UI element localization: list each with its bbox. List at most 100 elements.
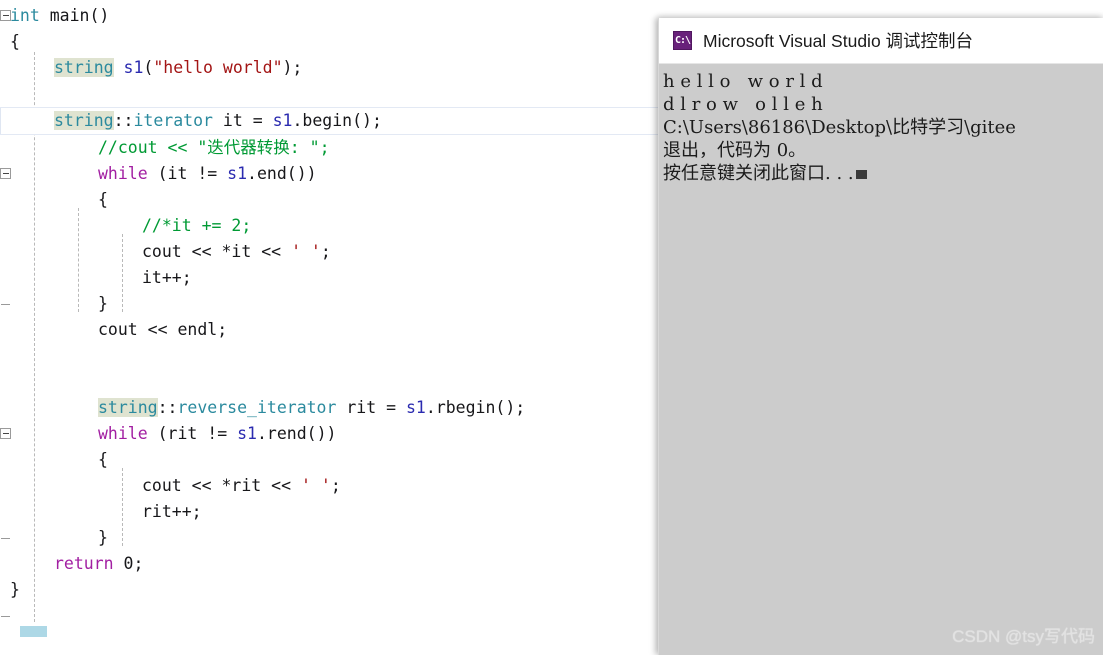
code-token: :: <box>157 398 178 417</box>
code-line-content: cout << endl; <box>98 317 227 343</box>
code-line-content: //cout << "迭代器转换: "; <box>98 135 330 161</box>
code-token: << <box>181 242 222 261</box>
code-token: != <box>187 164 228 183</box>
code-token: it++; <box>142 268 192 287</box>
code-token: end <box>256 164 287 183</box>
code-token: () <box>89 6 110 25</box>
code-token: rit <box>167 424 198 443</box>
code-token: . <box>425 398 436 417</box>
code-token: s1 <box>406 398 426 417</box>
code-token: } <box>10 580 20 599</box>
code-token: s1 <box>272 111 293 130</box>
code-token: ( <box>147 424 168 443</box>
code-token: s1 <box>227 164 248 183</box>
code-token: begin <box>302 111 353 130</box>
code-line-content: cout << *it << ' '; <box>142 239 331 265</box>
console-line: 退出，代码为 0。 <box>663 140 807 161</box>
code-token: string <box>98 398 158 417</box>
debug-console-window[interactable]: C:\ Microsoft Visual Studio 调试控制台 h e l … <box>658 18 1103 655</box>
console-line: 按任意键关闭此窗口. . . <box>663 162 1103 185</box>
code-token: reverse_iterator <box>177 398 337 417</box>
console-line: h e l l o w o r l d <box>663 71 829 92</box>
code-token: ; <box>217 320 228 339</box>
code-token: it <box>222 111 243 130</box>
code-line-content: { <box>98 187 108 213</box>
fold-collapse-icon[interactable] <box>0 168 11 179</box>
fold-end-marker-icon <box>1 616 10 617</box>
code-token: :: <box>113 111 134 130</box>
code-token: { <box>10 32 20 51</box>
code-line-content: int main() <box>10 3 109 29</box>
code-line-content: rit++; <box>142 499 202 525</box>
code-token: string <box>54 58 114 77</box>
code-token: return <box>54 554 114 573</box>
caret-selection-block <box>20 626 47 637</box>
code-token: . <box>247 164 257 183</box>
console-cursor-block <box>855 170 867 179</box>
code-line-content: cout << *rit << ' '; <box>142 473 341 499</box>
code-token: int <box>10 6 40 25</box>
code-line-content: string s1("hello world"); <box>54 55 302 81</box>
fold-end-marker-icon <box>1 304 10 305</box>
code-line-content: } <box>10 577 20 603</box>
code-token: main <box>49 6 90 25</box>
code-token: } <box>98 528 108 547</box>
code-token: = <box>242 111 273 130</box>
code-token: { <box>98 450 108 469</box>
code-token: ); <box>282 58 303 77</box>
code-line-content: string::iterator it = s1.begin(); <box>54 108 382 134</box>
code-token: //cout << "迭代器转换: "; <box>98 138 330 157</box>
console-output[interactable]: h e l l o w o r l d d l r o w o l l e h … <box>659 64 1103 185</box>
code-token: ( <box>147 164 168 183</box>
code-line-content: while (it != s1.end()) <box>98 161 317 187</box>
code-token: s1 <box>123 58 144 77</box>
code-token: 0 <box>123 554 134 573</box>
code-token: (); <box>495 398 526 417</box>
code-token: cout <box>142 242 182 261</box>
code-line-content: } <box>98 525 108 551</box>
code-token: ()) <box>286 164 317 183</box>
code-token: (); <box>352 111 382 130</box>
code-token: while <box>98 164 148 183</box>
code-token: it <box>167 164 188 183</box>
code-token: ()) <box>306 424 337 443</box>
code-token: << <box>251 242 292 261</box>
code-token: rbegin <box>435 398 496 417</box>
code-token: rit <box>346 398 377 417</box>
code-line-content: return 0; <box>54 551 143 577</box>
code-token: *it <box>221 242 252 261</box>
code-token: string <box>54 111 114 130</box>
code-line-content: //*it += 2; <box>142 213 251 239</box>
code-token: rend <box>266 424 307 443</box>
fold-collapse-icon[interactable] <box>0 428 11 439</box>
console-title: Microsoft Visual Studio 调试控制台 <box>703 31 974 51</box>
fold-end-marker-icon <box>1 538 10 539</box>
code-token: . <box>292 111 303 130</box>
fold-collapse-icon[interactable] <box>0 10 11 21</box>
code-token: ( <box>143 58 154 77</box>
code-token: = <box>376 398 406 417</box>
code-token: . <box>256 424 267 443</box>
code-line-content: } <box>98 291 108 317</box>
code-line-content: { <box>10 29 20 55</box>
code-token: iterator <box>133 111 213 130</box>
cmd-prompt-icon: C:\ <box>673 31 692 50</box>
code-token: ; <box>133 554 144 573</box>
console-line: d l r o w o l l e h <box>663 94 829 115</box>
code-token: while <box>98 424 148 443</box>
code-token: != <box>197 424 238 443</box>
code-token: << <box>261 476 301 495</box>
code-token: s1 <box>237 424 257 443</box>
code-token: << <box>181 476 222 495</box>
console-line: C:\Users\86186\Desktop\比特学习\gitee <box>663 117 1016 138</box>
code-line-content: string::reverse_iterator rit = s1.rbegin… <box>98 395 525 421</box>
code-token: << <box>137 320 178 339</box>
console-titlebar[interactable]: C:\ Microsoft Visual Studio 调试控制台 <box>659 18 1103 64</box>
code-line-content: it++; <box>142 265 192 291</box>
code-token: ; <box>330 476 341 495</box>
